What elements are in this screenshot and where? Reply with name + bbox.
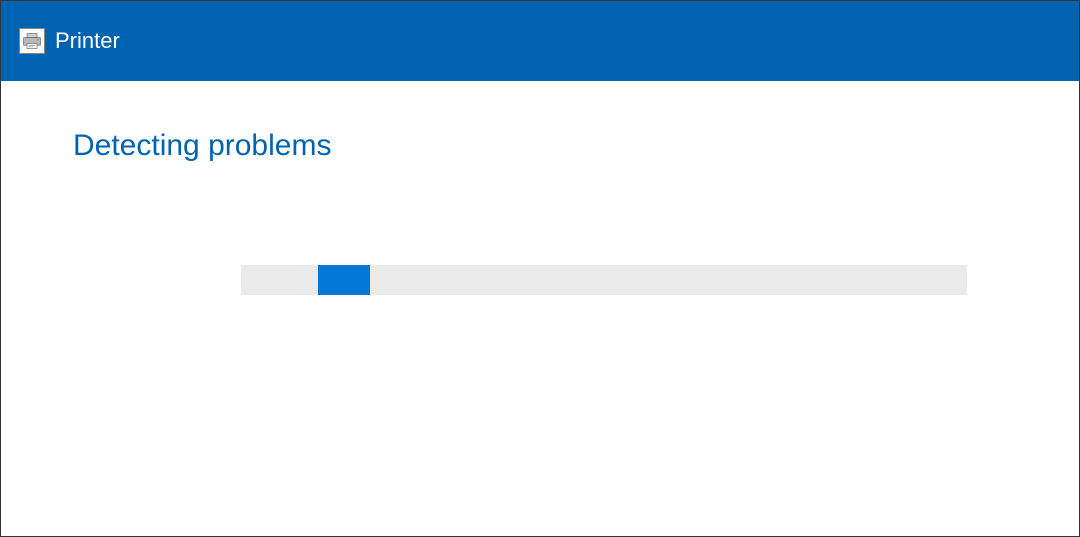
printer-icon (19, 28, 45, 54)
progress-indicator (318, 265, 370, 295)
content-area: Detecting problems (1, 81, 1079, 536)
titlebar: Printer (1, 1, 1079, 81)
page-heading: Detecting problems (73, 129, 1007, 163)
troubleshooter-window: Printer Detecting problems (0, 0, 1080, 537)
titlebar-title: Printer (55, 28, 120, 54)
progress-bar (241, 265, 967, 295)
